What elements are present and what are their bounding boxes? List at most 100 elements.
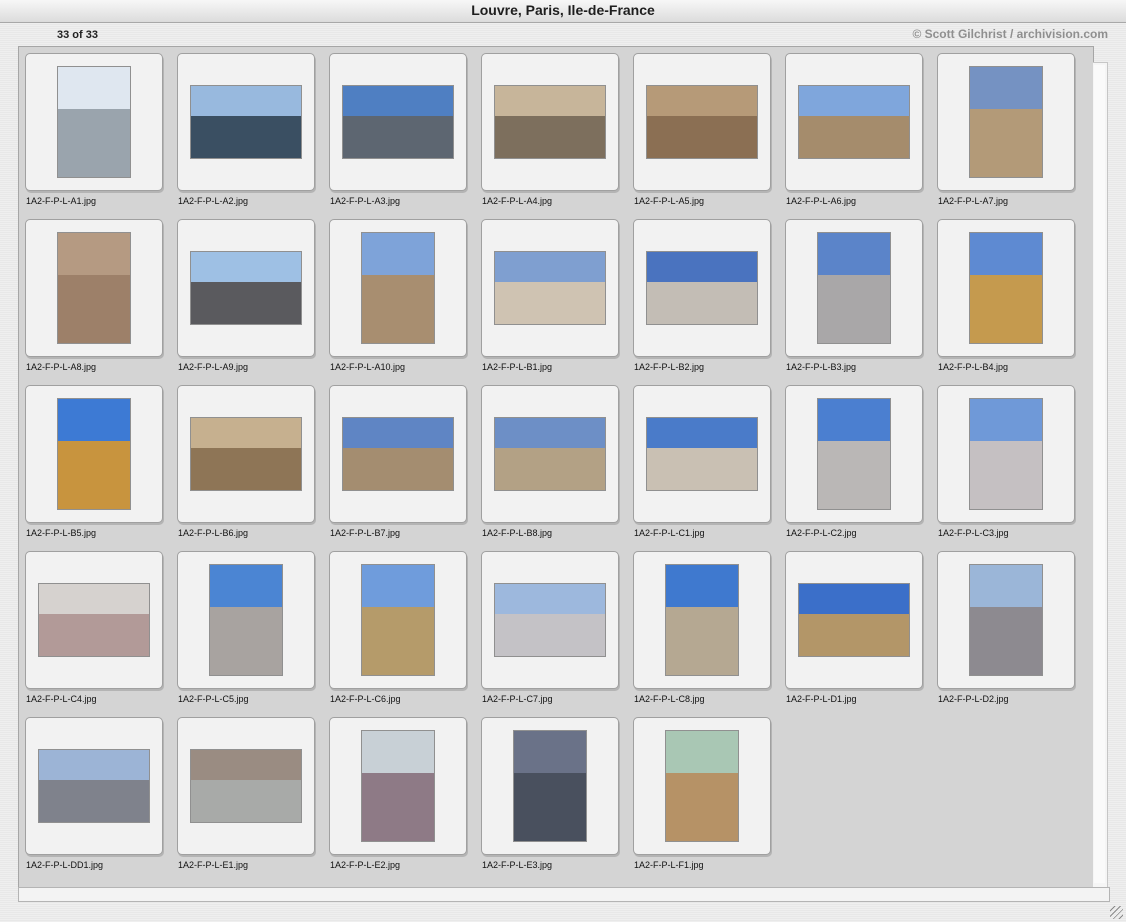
photo-thumbnail[interactable] <box>494 583 606 657</box>
slide-frame[interactable] <box>329 551 467 689</box>
photo-thumbnail[interactable] <box>361 730 435 842</box>
thumbnail-item[interactable]: 1A2-F-P-L-B1.jpg <box>481 219 633 385</box>
photo-thumbnail[interactable] <box>190 749 302 823</box>
slide-frame[interactable] <box>785 53 923 191</box>
thumbnail-item[interactable]: 1A2-F-P-L-C6.jpg <box>329 551 481 717</box>
photo-thumbnail[interactable] <box>209 564 283 676</box>
slide-frame[interactable] <box>633 385 771 523</box>
photo-thumbnail[interactable] <box>817 232 891 344</box>
thumbnail-item[interactable]: 1A2-F-P-L-C8.jpg <box>633 551 785 717</box>
photo-thumbnail[interactable] <box>969 398 1043 510</box>
thumbnail-item[interactable]: 1A2-F-P-L-B8.jpg <box>481 385 633 551</box>
slide-frame[interactable] <box>25 717 163 855</box>
thumbnail-item[interactable]: 1A2-F-P-L-B7.jpg <box>329 385 481 551</box>
slide-frame[interactable] <box>633 717 771 855</box>
photo-thumbnail[interactable] <box>969 232 1043 344</box>
resize-grip-icon[interactable] <box>1110 906 1123 919</box>
photo-thumbnail[interactable] <box>57 232 131 344</box>
thumbnail-item[interactable]: 1A2-F-P-L-B4.jpg <box>937 219 1089 385</box>
thumbnail-item[interactable]: 1A2-F-P-L-A8.jpg <box>25 219 177 385</box>
photo-thumbnail[interactable] <box>969 66 1043 178</box>
thumbnail-item[interactable]: 1A2-F-P-L-C1.jpg <box>633 385 785 551</box>
slide-frame[interactable] <box>937 53 1075 191</box>
thumbnail-item[interactable]: 1A2-F-P-L-A9.jpg <box>177 219 329 385</box>
slide-frame[interactable] <box>25 53 163 191</box>
horizontal-scrollbar[interactable] <box>18 887 1110 902</box>
thumbnail-item[interactable]: 1A2-F-P-L-C2.jpg <box>785 385 937 551</box>
slide-frame[interactable] <box>785 219 923 357</box>
photo-thumbnail[interactable] <box>190 85 302 159</box>
slide-frame[interactable] <box>177 219 315 357</box>
slide-frame[interactable] <box>785 385 923 523</box>
thumbnail-item[interactable]: 1A2-F-P-L-C4.jpg <box>25 551 177 717</box>
slide-frame[interactable] <box>633 53 771 191</box>
photo-thumbnail[interactable] <box>665 730 739 842</box>
thumbnail-item[interactable]: 1A2-F-P-L-A5.jpg <box>633 53 785 219</box>
photo-thumbnail[interactable] <box>361 564 435 676</box>
thumbnail-item[interactable]: 1A2-F-P-L-A10.jpg <box>329 219 481 385</box>
slide-frame[interactable] <box>633 551 771 689</box>
photo-thumbnail[interactable] <box>494 85 606 159</box>
photo-thumbnail[interactable] <box>190 251 302 325</box>
photo-thumbnail[interactable] <box>513 730 587 842</box>
slide-frame[interactable] <box>329 717 467 855</box>
photo-thumbnail[interactable] <box>57 398 131 510</box>
photo-thumbnail[interactable] <box>969 564 1043 676</box>
thumbnail-item[interactable]: 1A2-F-P-L-D1.jpg <box>785 551 937 717</box>
photo-thumbnail[interactable] <box>342 85 454 159</box>
thumbnail-item[interactable]: 1A2-F-P-L-A2.jpg <box>177 53 329 219</box>
slide-frame[interactable] <box>329 385 467 523</box>
thumbnail-item[interactable]: 1A2-F-P-L-B6.jpg <box>177 385 329 551</box>
photo-thumbnail[interactable] <box>798 85 910 159</box>
vertical-scrollbar[interactable] <box>1093 62 1108 888</box>
photo-thumbnail[interactable] <box>38 749 150 823</box>
thumbnail-item[interactable]: 1A2-F-P-L-B5.jpg <box>25 385 177 551</box>
slide-frame[interactable] <box>177 53 315 191</box>
photo-thumbnail[interactable] <box>798 583 910 657</box>
slide-frame[interactable] <box>481 53 619 191</box>
thumbnail-item[interactable]: 1A2-F-P-L-F1.jpg <box>633 717 785 883</box>
slide-frame[interactable] <box>937 219 1075 357</box>
photo-thumbnail[interactable] <box>494 417 606 491</box>
thumbnail-item[interactable]: 1A2-F-P-L-C3.jpg <box>937 385 1089 551</box>
thumbnail-item[interactable]: 1A2-F-P-L-D2.jpg <box>937 551 1089 717</box>
slide-frame[interactable] <box>633 219 771 357</box>
photo-thumbnail[interactable] <box>665 564 739 676</box>
photo-thumbnail[interactable] <box>646 251 758 325</box>
photo-thumbnail[interactable] <box>57 66 131 178</box>
photo-thumbnail[interactable] <box>38 583 150 657</box>
thumbnail-item[interactable]: 1A2-F-P-L-E3.jpg <box>481 717 633 883</box>
thumbnail-item[interactable]: 1A2-F-P-L-B3.jpg <box>785 219 937 385</box>
slide-frame[interactable] <box>481 551 619 689</box>
photo-thumbnail[interactable] <box>646 85 758 159</box>
photo-thumbnail[interactable] <box>361 232 435 344</box>
slide-frame[interactable] <box>481 219 619 357</box>
thumbnail-item[interactable]: 1A2-F-P-L-A7.jpg <box>937 53 1089 219</box>
photo-thumbnail[interactable] <box>817 398 891 510</box>
thumbnail-item[interactable]: 1A2-F-P-L-E1.jpg <box>177 717 329 883</box>
slide-frame[interactable] <box>177 385 315 523</box>
thumbnail-item[interactable]: 1A2-F-P-L-A6.jpg <box>785 53 937 219</box>
thumbnail-item[interactable]: 1A2-F-P-L-E2.jpg <box>329 717 481 883</box>
thumbnail-item[interactable]: 1A2-F-P-L-DD1.jpg <box>25 717 177 883</box>
photo-thumbnail[interactable] <box>494 251 606 325</box>
slide-frame[interactable] <box>481 717 619 855</box>
slide-frame[interactable] <box>25 551 163 689</box>
slide-frame[interactable] <box>329 53 467 191</box>
photo-thumbnail[interactable] <box>646 417 758 491</box>
thumbnail-item[interactable]: 1A2-F-P-L-A3.jpg <box>329 53 481 219</box>
slide-frame[interactable] <box>937 385 1075 523</box>
slide-frame[interactable] <box>937 551 1075 689</box>
slide-frame[interactable] <box>481 385 619 523</box>
slide-frame[interactable] <box>177 551 315 689</box>
slide-frame[interactable] <box>329 219 467 357</box>
thumbnail-item[interactable]: 1A2-F-P-L-A4.jpg <box>481 53 633 219</box>
thumbnail-item[interactable]: 1A2-F-P-L-B2.jpg <box>633 219 785 385</box>
thumbnail-item[interactable]: 1A2-F-P-L-C5.jpg <box>177 551 329 717</box>
thumbnail-item[interactable]: 1A2-F-P-L-A1.jpg <box>25 53 177 219</box>
slide-frame[interactable] <box>177 717 315 855</box>
thumbnail-item[interactable]: 1A2-F-P-L-C7.jpg <box>481 551 633 717</box>
slide-frame[interactable] <box>25 219 163 357</box>
slide-frame[interactable] <box>785 551 923 689</box>
photo-thumbnail[interactable] <box>190 417 302 491</box>
